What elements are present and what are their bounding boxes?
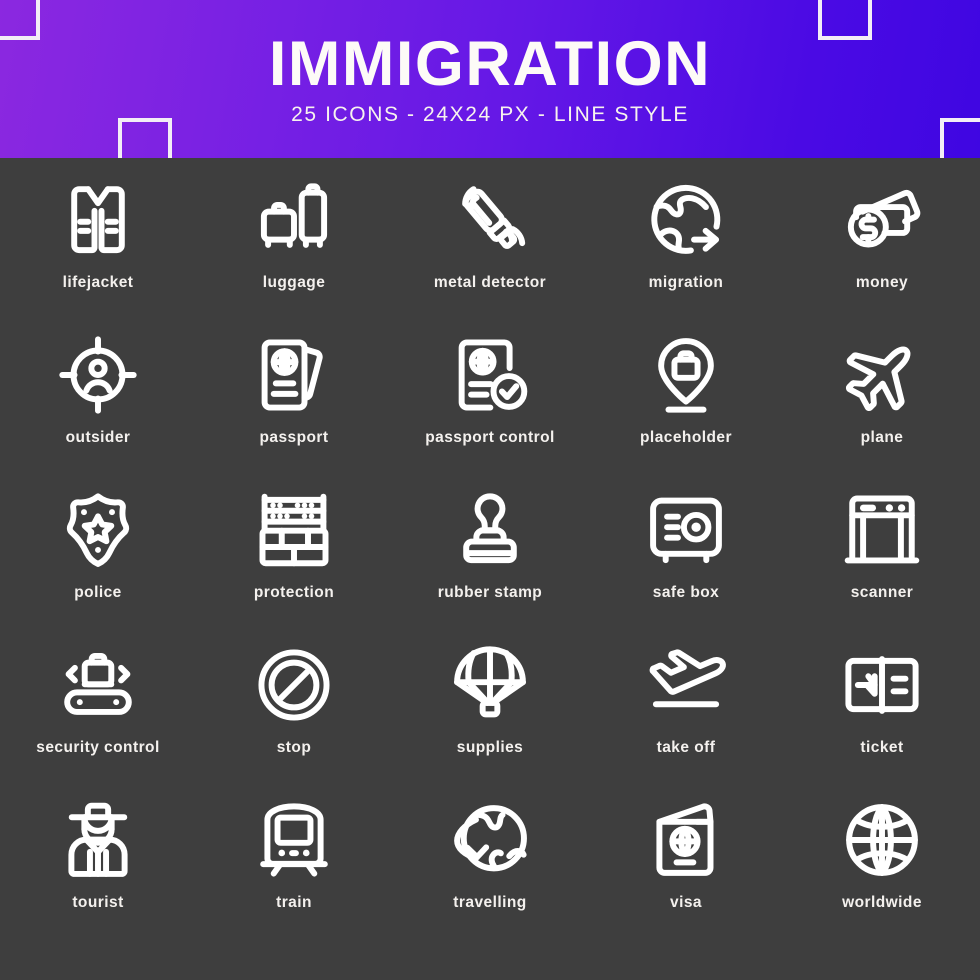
icon-cell-train[interactable]: train	[196, 792, 392, 947]
icon-label: train	[276, 894, 312, 911]
icon-label: plane	[860, 429, 904, 446]
icon-label: lifejacket	[62, 274, 134, 291]
migration-icon	[638, 172, 734, 268]
icon-label: supplies	[456, 739, 524, 756]
icon-cell-security-control[interactable]: security control	[0, 637, 196, 792]
icon-cell-passport-control[interactable]: passport control	[392, 327, 588, 482]
travelling-icon	[442, 792, 538, 888]
outsider-icon	[50, 327, 146, 423]
icon-label: money	[855, 274, 909, 291]
icon-cell-safe-box[interactable]: safe box	[588, 482, 784, 637]
icon-cell-metal-detector[interactable]: metal detector	[392, 172, 588, 327]
passport-control-icon	[442, 327, 538, 423]
icon-label: police	[74, 584, 122, 601]
icon-label: travelling	[453, 894, 527, 911]
visa-icon	[638, 792, 734, 888]
icon-cell-placeholder[interactable]: placeholder	[588, 327, 784, 482]
icon-label: scanner	[850, 584, 914, 601]
icon-label: safe box	[652, 584, 720, 601]
icon-cell-visa[interactable]: visa	[588, 792, 784, 947]
icon-label: protection	[253, 584, 335, 601]
icon-grid: lifejacket luggage metal detector migrat…	[0, 158, 980, 947]
take-off-icon	[638, 637, 734, 733]
icon-sheet: IMMIGRATION 25 ICONS - 24X24 PX - LINE S…	[0, 0, 980, 980]
header-banner: IMMIGRATION 25 ICONS - 24X24 PX - LINE S…	[0, 0, 980, 158]
icon-cell-worldwide[interactable]: worldwide	[784, 792, 980, 947]
icon-cell-police[interactable]: police	[0, 482, 196, 637]
icon-cell-outsider[interactable]: outsider	[0, 327, 196, 482]
icon-cell-travelling[interactable]: travelling	[392, 792, 588, 947]
icon-label: worldwide	[842, 894, 922, 911]
metal-detector-icon	[442, 172, 538, 268]
rubber-stamp-icon	[442, 482, 538, 578]
icon-cell-scanner[interactable]: scanner	[784, 482, 980, 637]
icon-cell-supplies[interactable]: supplies	[392, 637, 588, 792]
icon-label: tourist	[72, 894, 124, 911]
icon-cell-take-off[interactable]: take off	[588, 637, 784, 792]
icon-label: rubber stamp	[437, 584, 543, 601]
supplies-icon	[442, 637, 538, 733]
plane-icon	[834, 327, 930, 423]
luggage-icon	[246, 172, 342, 268]
lifejacket-icon	[50, 172, 146, 268]
icon-cell-rubber-stamp[interactable]: rubber stamp	[392, 482, 588, 637]
placeholder-icon	[638, 327, 734, 423]
icon-label: security control	[36, 739, 160, 756]
icon-cell-protection[interactable]: protection	[196, 482, 392, 637]
icon-cell-tourist[interactable]: tourist	[0, 792, 196, 947]
icon-label: ticket	[860, 739, 904, 756]
page-subtitle: 25 ICONS - 24X24 PX - LINE STYLE	[291, 103, 689, 126]
icon-label: take off	[656, 739, 716, 756]
ticket-icon	[834, 637, 930, 733]
icon-label: visa	[670, 894, 702, 911]
train-icon	[246, 792, 342, 888]
icon-label: passport	[259, 429, 329, 446]
worldwide-icon	[834, 792, 930, 888]
police-icon	[50, 482, 146, 578]
icon-label: metal detector	[433, 274, 547, 291]
icon-cell-stop[interactable]: stop	[196, 637, 392, 792]
icon-label: stop	[276, 739, 312, 756]
scanner-icon	[834, 482, 930, 578]
money-icon	[834, 172, 930, 268]
icon-label: passport control	[425, 429, 555, 446]
tourist-icon	[50, 792, 146, 888]
icon-label: luggage	[262, 274, 326, 291]
icon-label: migration	[648, 274, 724, 291]
page-title: IMMIGRATION	[268, 29, 712, 99]
stop-icon	[246, 637, 342, 733]
icon-cell-luggage[interactable]: luggage	[196, 172, 392, 327]
icon-cell-passport[interactable]: passport	[196, 327, 392, 482]
protection-icon	[246, 482, 342, 578]
safe-box-icon	[638, 482, 734, 578]
icon-cell-money[interactable]: money	[784, 172, 980, 327]
security-control-icon	[50, 637, 146, 733]
icon-label: placeholder	[640, 429, 732, 446]
passport-icon	[246, 327, 342, 423]
icon-cell-lifejacket[interactable]: lifejacket	[0, 172, 196, 327]
icon-cell-migration[interactable]: migration	[588, 172, 784, 327]
icon-cell-plane[interactable]: plane	[784, 327, 980, 482]
icon-label: outsider	[65, 429, 131, 446]
header-text-block: IMMIGRATION 25 ICONS - 24X24 PX - LINE S…	[0, 0, 980, 158]
icon-cell-ticket[interactable]: ticket	[784, 637, 980, 792]
